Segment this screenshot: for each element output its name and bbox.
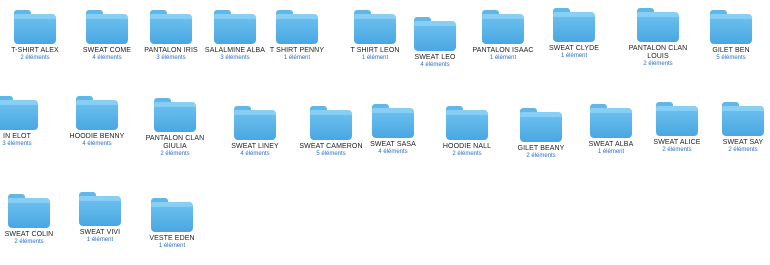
folder-name: HOODIE BENNY — [69, 133, 125, 140]
folder-item[interactable]: T-SHIRT ALEX 2 éléments — [0, 10, 72, 62]
folder-item-count: 1 élément — [283, 55, 311, 61]
folder-icon — [0, 96, 38, 130]
folder-name: GILET BEN — [712, 47, 750, 54]
folder-item[interactable]: SWEAT COME 4 éléments — [70, 10, 144, 62]
folder-icon — [234, 106, 276, 140]
folder-item-count: 2 éléments — [14, 239, 44, 245]
folder-name: T SHIRT PENNY — [269, 47, 325, 54]
folder-icon — [446, 106, 488, 140]
folder-item-count: 3 éléments — [220, 55, 250, 61]
folder-item-count: 1 élément — [560, 53, 588, 59]
folder-item[interactable]: GILET BEANY 2 éléments — [504, 108, 578, 160]
folder-item[interactable]: PANTALON CLAN GIULIA 2 éléments — [138, 98, 212, 158]
folder-item[interactable]: VESTE EDEN 1 élément — [135, 198, 209, 250]
folder-item-count: 4 éléments — [92, 55, 122, 61]
folder-name: T-SHIRT ALEX — [11, 47, 59, 54]
folder-icon — [372, 104, 414, 138]
folder-icon — [656, 102, 698, 136]
folder-item-count: 3 éléments — [2, 141, 32, 147]
folder-item-count: 5 éléments — [316, 151, 346, 157]
folder-item[interactable]: PANTALON IRIS 3 éléments — [134, 10, 208, 62]
folder-icon — [79, 192, 121, 226]
folder-item-count: 1 élément — [597, 149, 625, 155]
folder-item[interactable]: SWEAT CLYDE 1 élément — [537, 8, 611, 60]
folder-item[interactable]: PANTALON ISAAC 1 élément — [466, 10, 540, 62]
folder-item-count: 4 éléments — [240, 151, 270, 157]
folder-name: HOODIE NALL — [442, 143, 492, 150]
folder-name: IN ELOT — [3, 133, 31, 140]
folder-name: VESTE EDEN — [149, 235, 195, 242]
folder-icon — [722, 102, 764, 136]
folder-item-count: 2 éléments — [526, 153, 556, 159]
folder-icon — [276, 10, 318, 44]
folder-name: SWEAT COME — [82, 47, 132, 54]
folder-item-count: 2 éléments — [160, 151, 190, 157]
folder-item-count: 3 éléments — [156, 55, 186, 61]
folder-icon — [553, 8, 595, 42]
folder-name: SWEAT CLYDE — [548, 45, 600, 52]
folder-item-count: 4 éléments — [420, 62, 450, 68]
folder-icon — [214, 10, 256, 44]
folder-item[interactable]: SWEAT VIVI 1 élément — [63, 192, 137, 244]
folder-name: SWEAT COLIN — [4, 231, 54, 238]
folder-icon — [482, 10, 524, 44]
folder-item-count: 2 éléments — [452, 151, 482, 157]
folder-name: SWEAT ALBA — [588, 141, 634, 148]
folder-icon — [150, 10, 192, 44]
folder-name: SWEAT SASA — [370, 141, 416, 148]
folder-item-count: 1 élément — [489, 55, 517, 61]
folder-item-count: 5 éléments — [716, 55, 746, 61]
folder-icon — [590, 104, 632, 138]
folder-item-count: 2 éléments — [20, 55, 50, 61]
folder-icon — [414, 17, 456, 51]
folder-item[interactable]: SWEAT SAY 2 éléments — [706, 102, 770, 154]
folder-item-count: 1 élément — [361, 55, 389, 61]
folder-item[interactable]: SWEAT ALBA 1 élément — [574, 104, 648, 156]
folder-item-count: 2 éléments — [728, 147, 758, 153]
folder-icon — [310, 106, 352, 140]
folder-item-count: 2 éléments — [643, 61, 673, 67]
folder-icon — [710, 10, 752, 44]
folder-icon — [520, 108, 562, 142]
folder-icon — [14, 10, 56, 44]
folder-item[interactable]: IN ELOT 3 éléments — [0, 96, 54, 148]
folder-icon — [8, 194, 50, 228]
folder-item[interactable]: SWEAT LEO 4 éléments — [398, 17, 472, 69]
folder-name: SWEAT LEO — [414, 54, 456, 61]
folder-name: GILET BEANY — [517, 145, 565, 152]
folder-icon — [154, 98, 196, 132]
folder-name: PANTALON CLAN LOUIS — [628, 45, 688, 60]
folder-name: PANTALON CLAN GIULIA — [145, 135, 205, 150]
folder-item-count: 1 élément — [158, 243, 186, 249]
folder-name: SWEAT VIVI — [79, 229, 121, 236]
folder-icon — [637, 8, 679, 42]
folder-name: SWEAT SAY — [722, 139, 764, 146]
folder-item[interactable]: T SHIRT PENNY 1 élément — [260, 10, 334, 62]
folder-name: PANTALON ISAAC — [472, 47, 534, 54]
folder-item[interactable]: GILET BEN 5 éléments — [694, 10, 768, 62]
folder-item-count: 1 élément — [86, 237, 114, 243]
folder-item[interactable]: SWEAT SASA 4 éléments — [356, 104, 430, 156]
folder-name: PANTALON IRIS — [144, 47, 198, 54]
folder-item-count: 2 éléments — [662, 147, 692, 153]
folder-item[interactable]: SWEAT ALICE 2 éléments — [640, 102, 714, 154]
folder-item-count: 4 éléments — [82, 141, 112, 147]
folder-item[interactable]: HOODIE NALL 2 éléments — [430, 106, 504, 158]
folder-icon — [86, 10, 128, 44]
folder-item[interactable]: PANTALON CLAN LOUIS 2 éléments — [621, 8, 695, 68]
folder-name: SWEAT LINEY — [231, 143, 279, 150]
folder-item-count: 4 éléments — [378, 149, 408, 155]
folder-item[interactable]: SWEAT LINEY 4 éléments — [218, 106, 292, 158]
folder-icon — [76, 96, 118, 130]
folder-name: SWEAT ALICE — [653, 139, 701, 146]
folder-icon — [151, 198, 193, 232]
folder-item[interactable]: HOODIE BENNY 4 éléments — [60, 96, 134, 148]
folder-icon — [354, 10, 396, 44]
folder-item[interactable]: SWEAT COLIN 2 éléments — [0, 194, 66, 246]
